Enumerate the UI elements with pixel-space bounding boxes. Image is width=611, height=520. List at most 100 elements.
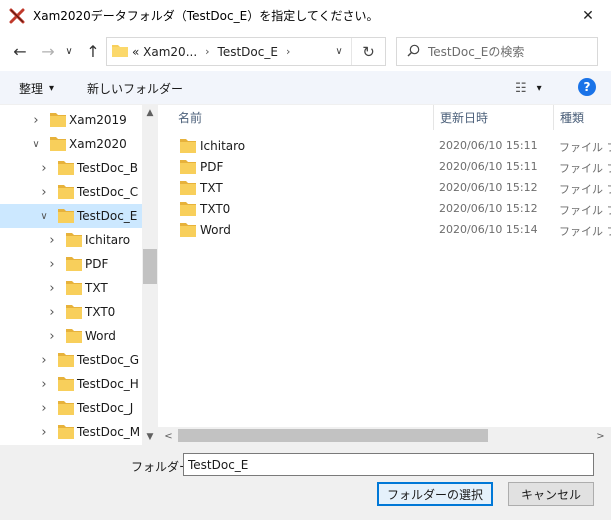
search-box[interactable]: TestDoc_Eの検索 — [396, 37, 598, 66]
scroll-left-icon[interactable]: < — [160, 427, 177, 445]
select-folder-button[interactable]: フォルダーの選択 — [377, 482, 493, 506]
folder-name-input[interactable]: TestDoc_E — [183, 453, 594, 476]
chevron-right-icon[interactable]: › — [46, 228, 58, 252]
folder-icon — [66, 304, 82, 322]
navigation-bar: ← → ∨ ↑ « Xam20... › TestDoc_E › ∨ ↻ Tes… — [0, 31, 611, 71]
tree-item[interactable]: ∨ TestDoc_E — [0, 204, 142, 228]
tree-item-label: Word — [85, 329, 116, 343]
scrollbar-thumb[interactable] — [143, 249, 157, 284]
new-folder-button[interactable]: 新しいフォルダー — [87, 76, 183, 100]
file-type: ファイル フォ — [559, 162, 611, 175]
chevron-right-icon[interactable]: › — [46, 324, 58, 348]
tree-item[interactable]: ∨ Xam2020 — [0, 132, 142, 156]
list-item[interactable]: PDF 2020/06/10 15:11 ファイル フォ — [158, 156, 611, 177]
tree-item[interactable]: › TestDoc_M — [0, 420, 142, 444]
tree-vertical-scrollbar[interactable]: ▲ ▼ — [142, 105, 158, 445]
list-item[interactable]: TXT0 2020/06/10 15:12 ファイル フォ — [158, 198, 611, 219]
scroll-down-icon[interactable]: ▼ — [142, 429, 158, 445]
list-horizontal-scrollbar[interactable]: < > — [158, 427, 611, 445]
chevron-right-icon[interactable]: › — [46, 276, 58, 300]
tree-item[interactable]: › TXT0 — [0, 300, 142, 324]
folder-icon — [112, 43, 128, 60]
change-view-button[interactable]: ☷ ▾ — [515, 76, 551, 100]
caret-down-icon: ▾ — [536, 82, 542, 94]
window-title: Xam2020データフォルダ（TestDoc_E）を指定してください。 — [33, 9, 379, 23]
help-button[interactable]: ? — [578, 78, 596, 96]
tree-item[interactable]: › Word — [0, 324, 142, 348]
chevron-right-icon[interactable]: › — [38, 372, 50, 396]
file-name: Word — [200, 223, 231, 237]
arrow-up-icon: ↑ — [86, 41, 100, 61]
up-button[interactable]: ↑ — [82, 40, 104, 62]
tree-item[interactable]: › TXT — [0, 276, 142, 300]
chevron-right-icon[interactable]: › — [38, 420, 50, 444]
tree-item[interactable]: › TestDoc_B — [0, 156, 142, 180]
folder-icon — [180, 159, 196, 177]
chevron-right-icon[interactable]: › — [38, 396, 50, 420]
breadcrumb-parent[interactable]: « Xam20... — [132, 45, 197, 59]
tree-item[interactable]: › TestDoc_J — [0, 396, 142, 420]
chevron-right-icon[interactable]: › — [38, 156, 50, 180]
address-dropdown-chevron-icon[interactable]: ∨ — [329, 38, 349, 65]
file-date: 2020/06/10 15:12 — [439, 202, 538, 215]
refresh-button[interactable]: ↻ — [351, 38, 385, 65]
app-x-icon — [9, 8, 25, 24]
folder-icon — [50, 136, 66, 154]
search-input[interactable]: TestDoc_Eの検索 — [428, 43, 524, 60]
tree-item[interactable]: › TestDoc_H — [0, 372, 142, 396]
cancel-button[interactable]: キャンセル — [508, 482, 594, 506]
folder-icon — [58, 208, 74, 226]
recent-locations-button[interactable]: ∨ — [62, 40, 76, 62]
file-list: ^ 名前 更新日時 種類 Ichitaro 2020/06/10 15:11 ファイ… — [158, 105, 611, 445]
navigation-pane: › Xam2019 ∨ Xam2020 › TestDoc_B › TestDoc_C ∨ Tes… — [0, 105, 158, 445]
folder-icon — [58, 160, 74, 178]
arrow-left-icon: ← — [13, 41, 27, 61]
column-header-date[interactable]: 更新日時 — [434, 105, 554, 130]
chevron-down-icon[interactable]: ∨ — [30, 132, 42, 156]
folder-icon — [50, 112, 66, 130]
tree-item[interactable]: › TestDoc_G — [0, 348, 142, 372]
tree-item[interactable]: › Xam2019 — [0, 108, 142, 132]
breadcrumb-current[interactable]: TestDoc_E — [218, 45, 278, 59]
organize-button[interactable]: 整理 ▾ — [19, 76, 54, 100]
chevron-right-icon[interactable]: › — [30, 108, 42, 132]
column-header-type[interactable]: 種類 — [554, 105, 611, 130]
tree-item[interactable]: › PDF — [0, 252, 142, 276]
tree-item-label: TestDoc_E — [77, 209, 138, 223]
tree-item-label: TestDoc_H — [77, 377, 139, 391]
chevron-right-icon[interactable]: › — [46, 300, 58, 324]
breadcrumb-separator[interactable]: › — [205, 45, 209, 58]
dialog-footer: フォルダー: TestDoc_E フォルダーの選択 キャンセル — [0, 445, 611, 520]
tree-item-label: TXT — [85, 281, 108, 295]
close-button[interactable]: ✕ — [565, 0, 611, 31]
refresh-icon: ↻ — [362, 42, 375, 61]
column-header-name[interactable]: 名前 — [172, 105, 434, 130]
list-item[interactable]: TXT 2020/06/10 15:12 ファイル フォ — [158, 177, 611, 198]
chevron-right-icon[interactable]: › — [38, 348, 50, 372]
arrow-right-icon: → — [41, 41, 55, 61]
file-date: 2020/06/10 15:14 — [439, 223, 538, 236]
scroll-right-icon[interactable]: > — [592, 427, 609, 445]
command-toolbar: 整理 ▾ 新しいフォルダー ☷ ▾ ? — [0, 71, 611, 105]
scrollbar-thumb[interactable] — [178, 429, 488, 442]
address-bar[interactable]: « Xam20... › TestDoc_E › ∨ ↻ — [106, 37, 386, 66]
folder-icon — [180, 138, 196, 156]
tree-item-label: Xam2019 — [69, 113, 127, 127]
file-name: TXT — [200, 181, 223, 195]
forward-button[interactable]: → — [37, 40, 59, 62]
list-item[interactable]: Ichitaro 2020/06/10 15:11 ファイル フォ — [158, 135, 611, 156]
back-button[interactable]: ← — [9, 40, 31, 62]
chevron-right-icon[interactable]: › — [38, 180, 50, 204]
folder-icon — [58, 400, 74, 418]
file-date: 2020/06/10 15:11 — [439, 139, 538, 152]
view-details-icon: ☷ — [515, 80, 527, 96]
scroll-up-icon[interactable]: ▲ — [142, 105, 158, 121]
breadcrumb-separator[interactable]: › — [286, 45, 290, 58]
list-item[interactable]: Word 2020/06/10 15:14 ファイル フォ — [158, 219, 611, 240]
chevron-down-icon[interactable]: ∨ — [38, 204, 50, 228]
tree-item[interactable]: › TestDoc_C — [0, 180, 142, 204]
chevron-right-icon[interactable]: › — [46, 252, 58, 276]
folder-icon — [180, 222, 196, 240]
tree-item[interactable]: › Ichitaro — [0, 228, 142, 252]
chevron-down-icon: ∨ — [65, 45, 73, 57]
